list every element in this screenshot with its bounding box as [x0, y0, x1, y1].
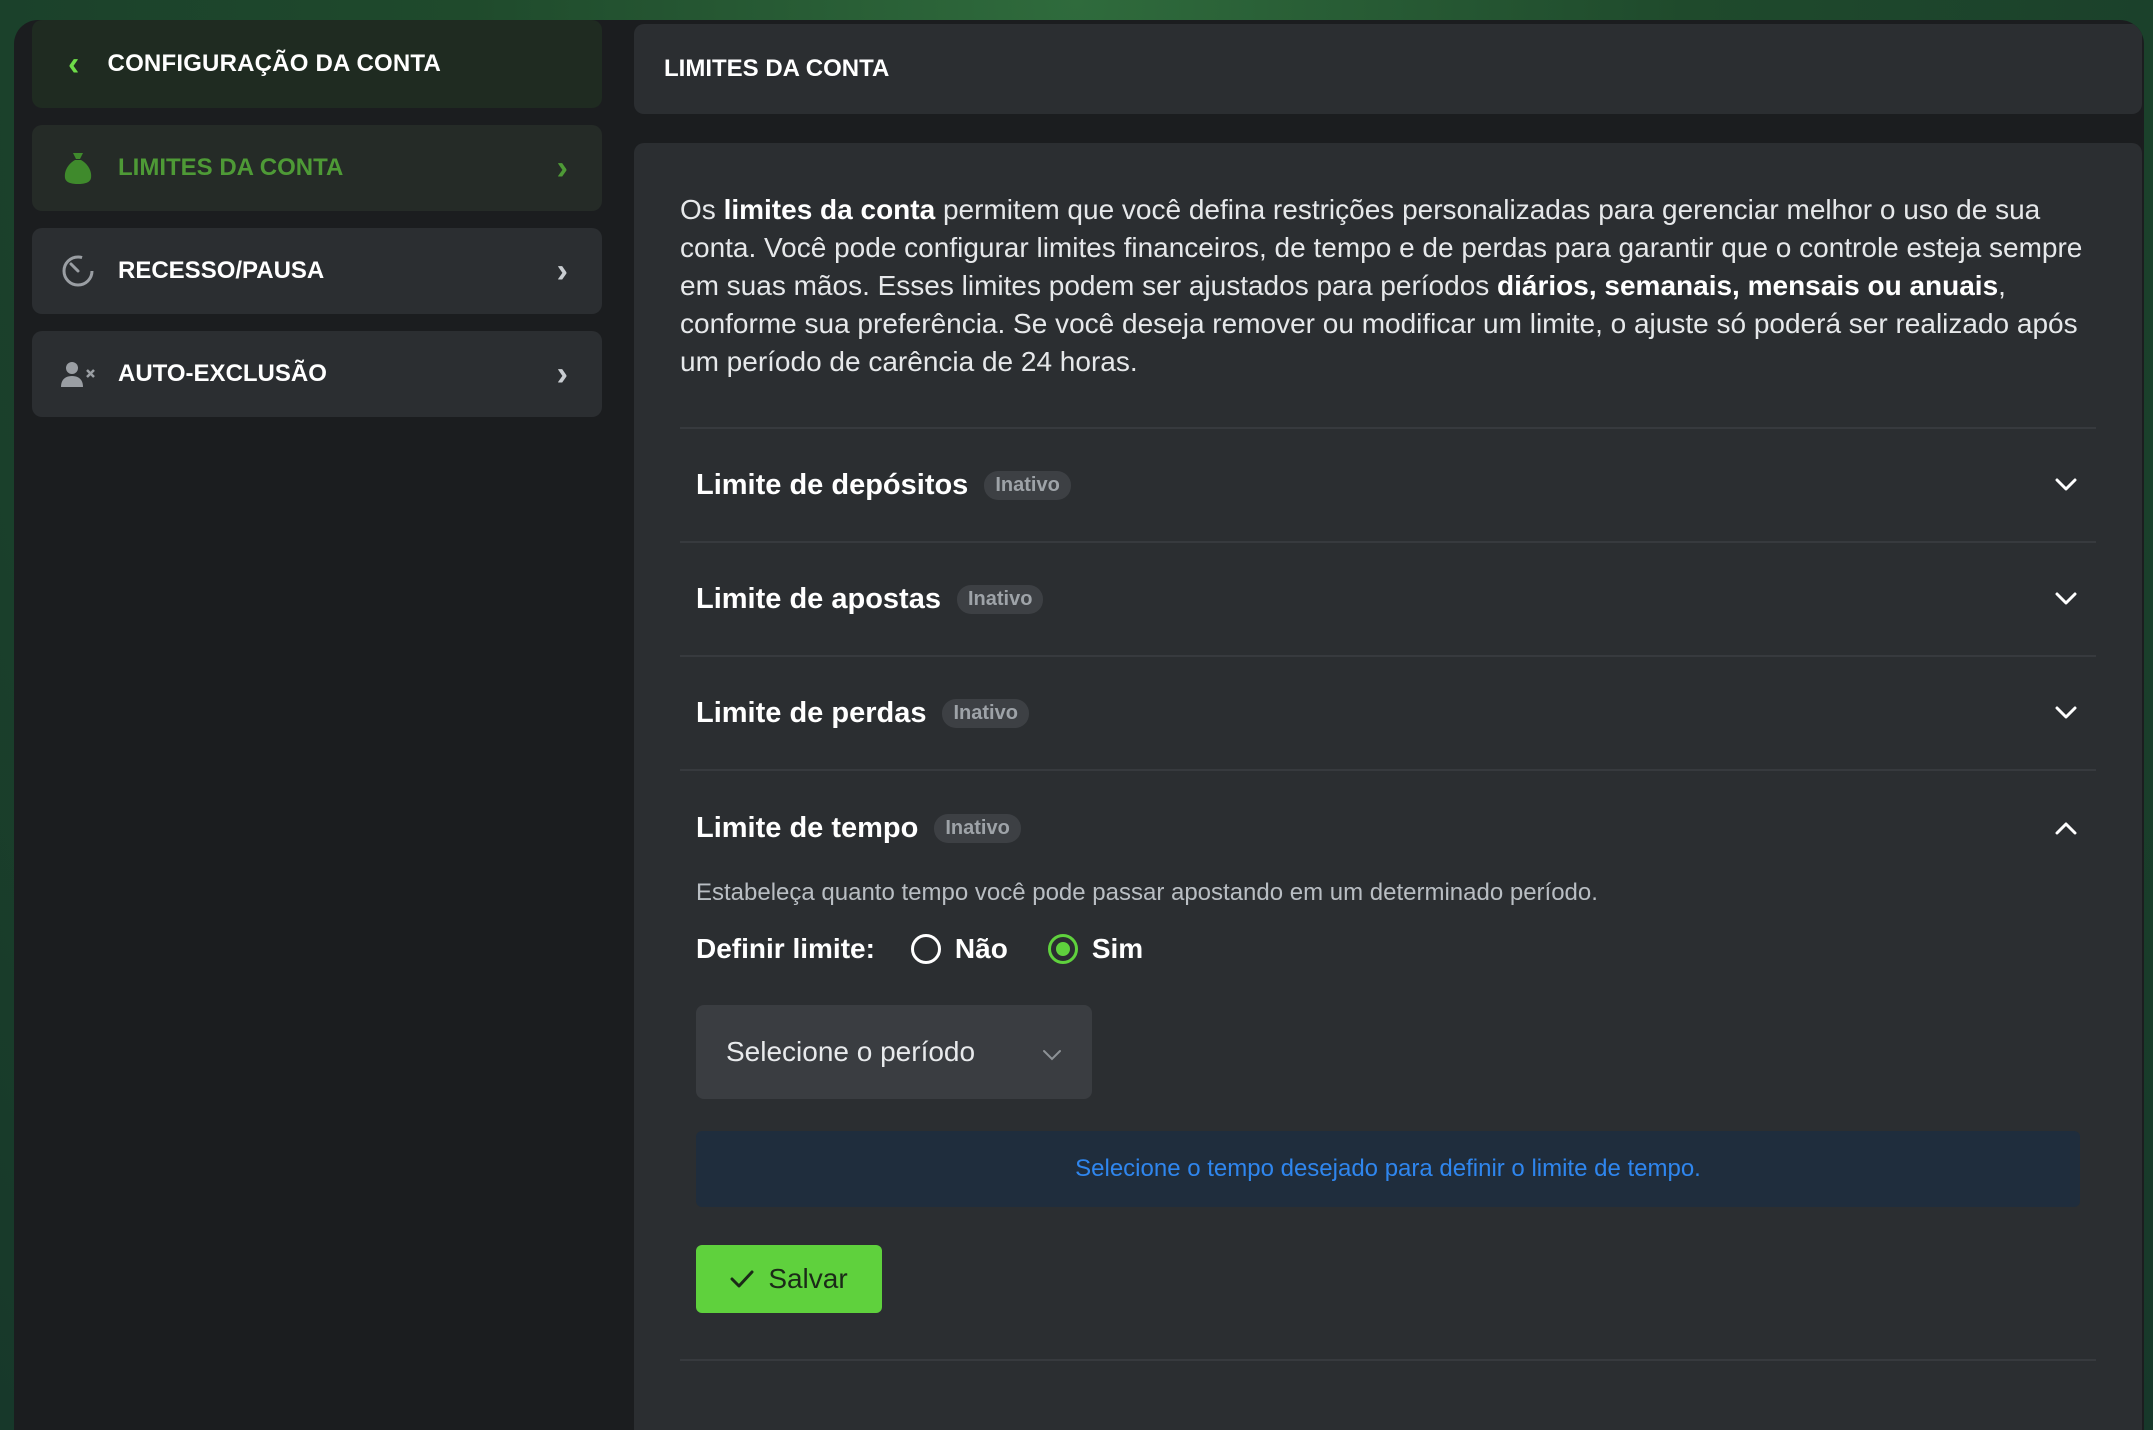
sidebar-item-auto-exclusao[interactable]: AUTO-EXCLUSÃO › — [32, 331, 602, 417]
info-alert: Selecione o tempo desejado para definir … — [696, 1131, 2080, 1207]
radio-label: Sim — [1091, 933, 1144, 964]
status-badge: Inativo — [984, 470, 1071, 500]
status-badge: Inativo — [934, 813, 1021, 843]
info-alert-text: Selecione o tempo desejado para definir … — [1075, 1155, 1701, 1182]
accordion-loss-limit[interactable]: Limite de perdas Inativo — [680, 657, 2096, 771]
radio-label: Não — [954, 933, 1008, 964]
timer-icon — [60, 253, 96, 289]
define-limit-row: Definir limite: Não Sim — [696, 933, 2080, 965]
chevron-right-icon: › — [556, 149, 568, 187]
sidebar-header[interactable]: ‹ CONFIGURAÇÃO DA CONTA — [32, 20, 602, 108]
save-button[interactable]: Salvar — [696, 1245, 882, 1313]
radio-circle[interactable] — [910, 934, 941, 964]
page-title-bar: LIMITES DA CONTA — [634, 24, 2142, 114]
sidebar-item-limites[interactable]: LIMITES DA CONTA › — [32, 125, 602, 211]
sidebar-item-label: RECESSO/PAUSA — [118, 257, 325, 284]
back-chevron-icon[interactable]: ‹ — [68, 47, 80, 81]
period-select-placeholder: Selecione o período — [726, 1036, 976, 1067]
sidebar: ‹ CONFIGURAÇÃO DA CONTA LIMITES DA CONTA… — [32, 20, 602, 417]
check-icon — [730, 1270, 754, 1288]
accordion-title: Limite de apostas — [696, 582, 941, 615]
status-badge: Inativo — [942, 698, 1029, 728]
chevron-down-icon[interactable] — [2052, 471, 2080, 499]
intro-text: Os limites da conta permitem que você de… — [680, 194, 2083, 377]
limits-panel: Os limites da conta permitem que você de… — [634, 143, 2142, 1430]
page-title: LIMITES DA CONTA — [664, 55, 890, 82]
time-limit-description: Estabeleça quanto tempo você pode passar… — [696, 879, 1598, 906]
accordion-title: Limite de depósitos — [696, 468, 969, 501]
chevron-right-icon: › — [556, 355, 568, 393]
radio-sim[interactable]: Sim — [1047, 933, 1144, 965]
status-badge: Inativo — [956, 584, 1044, 614]
sidebar-item-label: LIMITES DA CONTA — [118, 154, 344, 181]
sidebar-item-label: AUTO-EXCLUSÃO — [118, 360, 327, 387]
accordion-bet-limit[interactable]: Limite de apostas Inativo — [680, 543, 2096, 657]
chevron-down-icon[interactable] — [2052, 585, 2080, 613]
period-select[interactable]: Selecione o período — [696, 1005, 1092, 1099]
save-button-label: Salvar — [768, 1263, 848, 1294]
define-limit-label: Definir limite: — [696, 933, 875, 964]
chevron-down-icon[interactable] — [2052, 699, 2080, 727]
accordion-time-limit: Limite de tempo Inativo Estabeleça quant… — [680, 771, 2096, 1361]
accordion-title: Limite de perdas — [696, 696, 927, 729]
chevron-up-icon[interactable] — [2052, 814, 2080, 842]
user-remove-icon — [60, 356, 96, 392]
sidebar-header-title: CONFIGURAÇÃO DA CONTA — [107, 50, 442, 77]
sidebar-item-recesso[interactable]: RECESSO/PAUSA › — [32, 228, 602, 314]
app-window: ‹ CONFIGURAÇÃO DA CONTA LIMITES DA CONTA… — [14, 20, 2144, 1430]
radio-nao[interactable]: Não — [910, 933, 1008, 965]
accordion-header[interactable]: Limite de tempo Inativo — [696, 771, 2080, 885]
money-bag-icon — [60, 150, 96, 186]
accordion-title: Limite de tempo — [696, 811, 919, 844]
chevron-right-icon: › — [556, 252, 568, 290]
radio-circle-selected[interactable] — [1047, 934, 1078, 964]
accordion-deposit-limit[interactable]: Limite de depósitos Inativo — [680, 429, 2096, 543]
chevron-down-icon — [1042, 1036, 1062, 1068]
